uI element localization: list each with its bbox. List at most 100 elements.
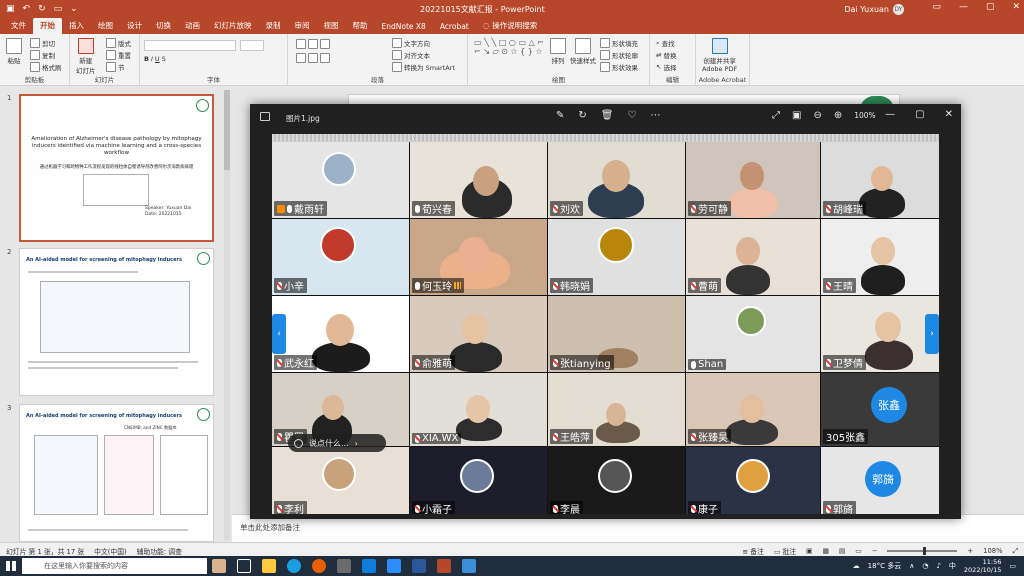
italic-icon[interactable]: I bbox=[151, 55, 153, 63]
shape-fill-button[interactable]: 形状填充 bbox=[600, 38, 638, 48]
slide-thumbnail-2[interactable]: An AI-aided model for screening of mitop… bbox=[19, 248, 214, 396]
zoom-minus-icon[interactable]: − bbox=[872, 547, 878, 555]
tab-insert[interactable]: 插入 bbox=[62, 18, 91, 34]
find-button[interactable]: ⌕ 查找 bbox=[656, 38, 675, 49]
text-direction-button[interactable]: 文字方向 bbox=[392, 38, 430, 48]
shapes-gallery[interactable]: ▭ ╲ ╲ □ ○ ▭ △ ⌐ ⌐ ↘ ▱ ⊙ ☆ { } ☆ bbox=[474, 38, 544, 56]
tab-file[interactable]: 文件 bbox=[4, 18, 33, 34]
minimize-icon[interactable]: — bbox=[959, 2, 968, 12]
mail-icon[interactable] bbox=[362, 559, 376, 573]
news-thumbnail-icon[interactable] bbox=[212, 559, 226, 573]
accessibility-status[interactable]: 辅助功能: 调查 bbox=[137, 546, 182, 556]
shape-outline-button[interactable]: 形状轮廓 bbox=[600, 50, 638, 60]
present-icon[interactable]: ▭ bbox=[54, 4, 63, 14]
normal-view-icon[interactable]: ▣ bbox=[806, 547, 812, 555]
ime-indicator[interactable]: 中 bbox=[949, 561, 956, 571]
strike-icon[interactable]: S bbox=[162, 55, 166, 63]
windows-start-icon[interactable] bbox=[6, 561, 16, 571]
tab-endnote[interactable]: EndNote X8 bbox=[375, 20, 433, 34]
bullets-button[interactable] bbox=[296, 39, 330, 49]
redo-icon[interactable]: ↻ bbox=[38, 4, 46, 14]
store-icon[interactable] bbox=[337, 559, 351, 573]
tab-draw[interactable]: 绘图 bbox=[91, 18, 120, 34]
format-painter-button[interactable]: 格式刷 bbox=[30, 62, 62, 72]
volume-icon[interactable]: ♪ bbox=[936, 562, 940, 570]
reset-button[interactable]: 重置 bbox=[106, 50, 131, 60]
tab-home[interactable]: 开始 bbox=[33, 18, 62, 34]
slide-thumbnail-3[interactable]: An AI-aided model for screening of mitop… bbox=[19, 404, 214, 542]
rotate-icon[interactable]: ↻ bbox=[578, 110, 586, 121]
save-icon[interactable]: ▣ bbox=[6, 4, 15, 14]
edit-image-icon[interactable]: ✎ bbox=[556, 110, 564, 121]
viewer-minimize-icon[interactable]: — bbox=[885, 109, 895, 120]
tab-acrobat[interactable]: Acrobat bbox=[433, 20, 476, 34]
fit-icon[interactable]: ▣ bbox=[792, 110, 801, 121]
tab-record[interactable]: 录制 bbox=[259, 18, 288, 34]
firefox-icon[interactable] bbox=[312, 559, 326, 573]
font-format-buttons[interactable]: BIUS bbox=[144, 55, 166, 63]
tab-help[interactable]: 帮助 bbox=[346, 18, 375, 34]
word-icon[interactable] bbox=[412, 559, 426, 573]
section-button[interactable]: 节 bbox=[106, 62, 125, 72]
file-explorer-icon[interactable] bbox=[262, 559, 276, 573]
more-icon[interactable]: ⋯ bbox=[650, 110, 660, 121]
task-view-icon[interactable] bbox=[237, 559, 251, 573]
account[interactable]: Dai Yuxuan DY bbox=[844, 4, 904, 15]
tray-overflow-icon[interactable]: ∧ bbox=[909, 562, 914, 570]
viewer-maximize-icon[interactable]: ▢ bbox=[915, 109, 924, 120]
sorter-view-icon[interactable]: ▦ bbox=[822, 547, 828, 555]
fullscreen-icon[interactable]: ⤢ bbox=[772, 110, 780, 121]
zoom-level[interactable]: 108% bbox=[983, 547, 1002, 555]
viewer-close-icon[interactable]: ✕ bbox=[945, 109, 953, 120]
close-icon[interactable]: ✕ bbox=[1012, 2, 1020, 12]
comments-toggle[interactable]: ▭ 批注 bbox=[774, 546, 796, 556]
weather-status[interactable]: 18°C 多云 bbox=[868, 561, 902, 571]
notes-toggle[interactable]: ≡ 备注 bbox=[742, 546, 763, 556]
font-name-combo[interactable] bbox=[144, 40, 236, 51]
maximize-icon[interactable]: ▢ bbox=[986, 2, 995, 12]
quick-styles-button[interactable]: 快速样式 bbox=[570, 38, 596, 65]
customize-icon[interactable]: ⌄ bbox=[70, 4, 78, 14]
zoom-plus-icon[interactable]: + bbox=[967, 547, 973, 555]
paste-button[interactable]: 粘贴 bbox=[6, 38, 22, 65]
align-text-button[interactable]: 对齐文本 bbox=[392, 50, 430, 60]
tab-animations[interactable]: 动画 bbox=[178, 18, 207, 34]
copy-button[interactable]: 复制 bbox=[30, 50, 55, 60]
replace-button[interactable]: ⇄ 替换 bbox=[656, 50, 676, 60]
slide-thumbnail-1[interactable]: Amelioration of Alzheimer's disease path… bbox=[19, 94, 214, 242]
notification-icon[interactable]: ▭ bbox=[1009, 562, 1016, 570]
zoom-slider[interactable] bbox=[887, 547, 958, 555]
scrollbar-thumb[interactable] bbox=[224, 90, 230, 170]
tab-review[interactable]: 审阅 bbox=[288, 18, 317, 34]
underline-icon[interactable]: U bbox=[155, 55, 160, 63]
cut-button[interactable]: 剪切 bbox=[30, 38, 55, 48]
ribbon-options-icon[interactable]: ▭ bbox=[932, 2, 941, 12]
tell-me-search[interactable]: ◌ 操作说明搜索 bbox=[476, 18, 545, 34]
network-icon[interactable]: ◔ bbox=[922, 562, 928, 570]
slideshow-view-icon[interactable]: ▭ bbox=[855, 547, 861, 555]
align-buttons[interactable] bbox=[296, 53, 330, 63]
clock[interactable]: 11:56 2022/10/15 bbox=[964, 558, 1001, 574]
tab-slideshow[interactable]: 幻灯片放映 bbox=[207, 18, 259, 34]
delete-icon[interactable]: 🗑 bbox=[601, 110, 614, 121]
fit-slide-icon[interactable]: ⤢ bbox=[1013, 547, 1018, 556]
reading-view-icon[interactable]: ▤ bbox=[839, 547, 845, 555]
shape-effect-button[interactable]: 形状效果 bbox=[600, 62, 638, 72]
new-slide-button[interactable]: 新建 幻灯片 bbox=[76, 38, 96, 75]
smartart-button[interactable]: 转换为 SmartArt bbox=[392, 62, 455, 72]
tab-transitions[interactable]: 切换 bbox=[149, 18, 178, 34]
language-status[interactable]: 中文(中国) bbox=[94, 546, 127, 556]
thumbnail-scrollbar[interactable] bbox=[224, 90, 230, 540]
bold-icon[interactable]: B bbox=[144, 55, 149, 63]
undo-icon[interactable]: ↶ bbox=[23, 4, 31, 14]
zoom-app-icon[interactable] bbox=[387, 559, 401, 573]
layout-button[interactable]: 版式 bbox=[106, 38, 131, 48]
tab-design[interactable]: 设计 bbox=[120, 18, 149, 34]
favorite-icon[interactable]: ♡ bbox=[627, 110, 636, 121]
arrange-button[interactable]: 排列 bbox=[550, 38, 566, 65]
zoom-out-icon[interactable]: ⊖ bbox=[813, 110, 821, 121]
powerpoint-icon[interactable] bbox=[437, 559, 451, 573]
tab-view[interactable]: 视图 bbox=[317, 18, 346, 34]
zoom-in-icon[interactable]: ⊕ bbox=[834, 110, 842, 121]
create-pdf-button[interactable]: 创建并共享 Adobe PDF bbox=[702, 38, 737, 73]
